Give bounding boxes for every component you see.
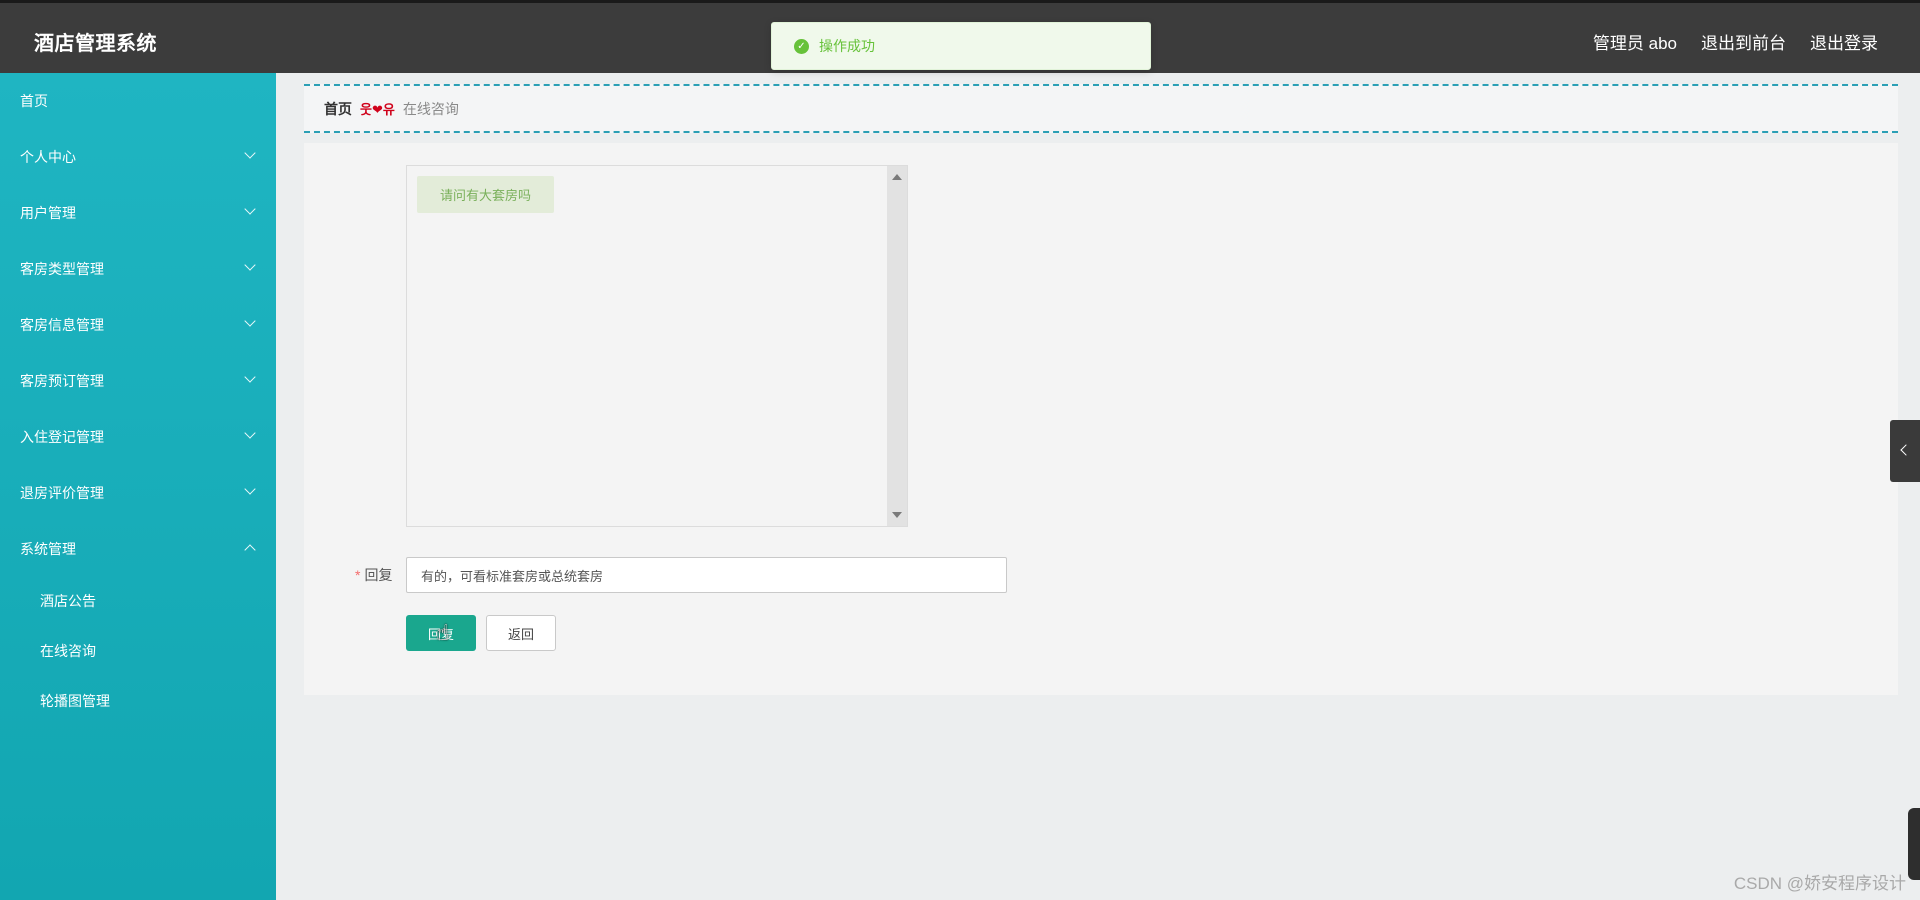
sidebar-item-label: 退房评价管理: [20, 485, 104, 501]
watermark: CSDN @娇安程序设计: [1733, 874, 1906, 893]
app-title: 酒店管理系统: [34, 33, 157, 55]
check-circle-icon: ✓: [794, 38, 809, 54]
breadcrumb-current: 在线咨询: [402, 100, 459, 117]
chevron-down-icon: [244, 371, 256, 383]
sidebar-item-label: 个人中心: [20, 149, 76, 165]
reply-input[interactable]: [406, 557, 1007, 593]
sidebar-subitem-label: 轮播图管理: [40, 693, 110, 709]
chevron-down-icon: [244, 483, 256, 495]
sidebar-item-checkout-review-management[interactable]: 退房评价管理: [0, 473, 276, 513]
sidebar-subitem-label: 在线咨询: [40, 643, 96, 659]
chat-history[interactable]: 请问有大套房吗: [406, 165, 908, 527]
sidebar-item-label: 入住登记管理: [20, 429, 104, 445]
back-button[interactable]: 返回: [486, 615, 556, 651]
sidebar-item-checkin-management[interactable]: 入住登记管理: [0, 417, 276, 457]
required-mark: *: [355, 567, 361, 583]
sidebar-subitem-online-consult[interactable]: 在线咨询: [0, 631, 276, 671]
sidebar-item-label: 首页: [20, 93, 48, 109]
chevron-down-icon: [244, 259, 256, 271]
breadcrumb-home[interactable]: 首页: [324, 99, 352, 119]
edge-widget[interactable]: [1908, 808, 1920, 880]
chevron-down-icon: [244, 147, 256, 159]
chevron-down-icon: [244, 315, 256, 327]
sidebar-item-label: 客房信息管理: [20, 317, 104, 333]
chevron-left-icon: [1900, 444, 1912, 456]
admin-user-label[interactable]: 管理员 abo: [1593, 29, 1677, 54]
sidebar-item-user-management[interactable]: 用户管理: [0, 193, 276, 233]
sidebar-item-system-management[interactable]: 系统管理: [0, 529, 276, 569]
sidebar-item-label: 客房类型管理: [20, 261, 104, 277]
side-panel-toggle[interactable]: [1890, 420, 1920, 482]
scroll-up-icon[interactable]: [892, 174, 902, 180]
chat-scrollbar[interactable]: [887, 166, 907, 526]
success-toast: ✓ 操作成功: [771, 22, 1151, 70]
chat-message: 请问有大套房吗: [417, 176, 555, 213]
top-links: 管理员 abo 退出到前台 退出登录: [1593, 29, 1878, 54]
sidebar-item-label: 客房预订管理: [20, 373, 104, 389]
sidebar-subitem-label: 酒店公告: [40, 593, 96, 609]
sidebar-item-home[interactable]: 首页: [0, 81, 276, 121]
chevron-down-icon: [244, 203, 256, 215]
sidebar-item-label: 系统管理: [20, 541, 76, 557]
exit-to-front-link[interactable]: 退出到前台: [1701, 29, 1786, 54]
sidebar-item-room-booking-management[interactable]: 客房预订管理: [0, 361, 276, 401]
sidebar: 首页 个人中心 用户管理 客房类型管理 客房信息管理 客房预订管理 入住登记管理…: [0, 73, 276, 900]
sidebar-item-personal-center[interactable]: 个人中心: [0, 137, 276, 177]
scroll-down-icon[interactable]: [892, 512, 902, 518]
logout-link[interactable]: 退出登录: [1810, 29, 1878, 54]
sidebar-item-label: 用户管理: [20, 205, 76, 221]
sidebar-item-room-type-management[interactable]: 客房类型管理: [0, 249, 276, 289]
chevron-up-icon: [244, 544, 256, 556]
chevron-down-icon: [244, 427, 256, 439]
reply-field-label: * 回复: [355, 565, 392, 585]
sidebar-subitem-carousel-management[interactable]: 轮播图管理: [0, 681, 276, 721]
sidebar-item-room-info-management[interactable]: 客房信息管理: [0, 305, 276, 345]
breadcrumb: 首页 웃❤유 在线咨询: [304, 84, 1898, 133]
hand-cursor-icon: ☝: [436, 620, 450, 645]
breadcrumb-separator-icon: 웃❤유: [360, 102, 395, 117]
sidebar-subitem-hotel-notice[interactable]: 酒店公告: [0, 581, 276, 621]
toast-message: 操作成功: [819, 38, 875, 54]
reply-label-text: 回复: [364, 567, 393, 583]
